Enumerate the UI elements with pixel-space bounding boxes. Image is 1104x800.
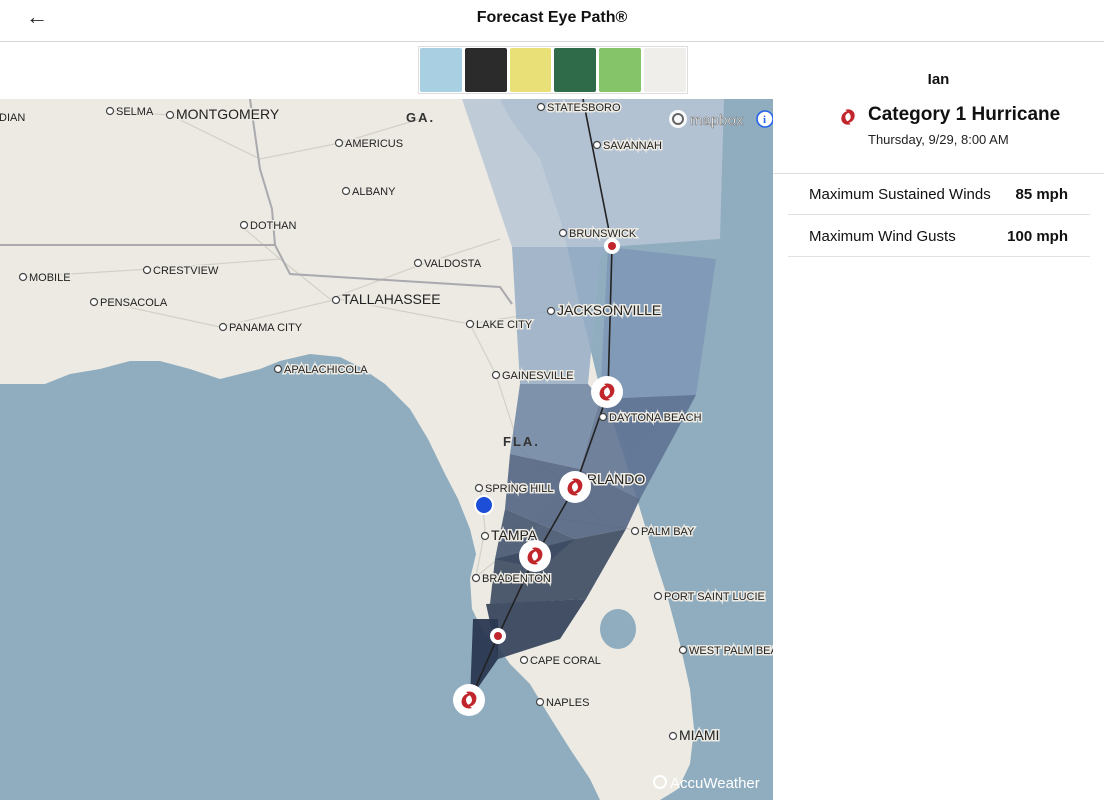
state-label-fla: FLA. — [503, 434, 540, 449]
city-dot — [536, 102, 546, 112]
city-label: SAVANNAH — [603, 140, 662, 152]
ad-thumbnail[interactable] — [599, 48, 642, 92]
city-dot — [218, 322, 228, 332]
mapbox-logo[interactable]: mapbox — [669, 110, 744, 129]
stat-label: Maximum Sustained Winds — [809, 186, 991, 203]
city-dot — [668, 731, 678, 741]
page-title: Forecast Eye Path® — [476, 9, 628, 26]
city-dot — [89, 297, 99, 307]
city-dot — [491, 370, 501, 380]
city-label: DOTHAN — [250, 220, 297, 232]
stat-row-sustained-winds: Maximum Sustained Winds 85 mph — [788, 173, 1090, 215]
city-dot — [334, 138, 344, 148]
info-icon[interactable]: i — [756, 110, 773, 128]
storm-details-panel: Ian Category 1 Hurricane Thursday, 9/29,… — [773, 42, 1104, 800]
accuweather-logo: AccuWeather — [653, 775, 760, 792]
city-dot — [630, 526, 640, 536]
city-label: MONTGOMERY — [176, 106, 280, 122]
city-dot — [653, 591, 663, 601]
city-label: PANAMA CITY — [229, 322, 303, 334]
ad-thumbnail[interactable] — [554, 48, 597, 92]
forecast-time: Thursday, 9/29, 8:00 AM — [868, 132, 1009, 147]
city-dot — [413, 258, 423, 268]
city-label: GAINESVILLE — [502, 370, 574, 382]
stat-value: 85 mph — [1015, 186, 1068, 203]
city-dot — [18, 272, 28, 282]
storm-name: Ian — [927, 71, 950, 88]
city-dot — [558, 228, 568, 238]
top-bar: ← Forecast Eye Path® — [0, 0, 1104, 42]
hurricane-marker-icon[interactable] — [559, 471, 591, 503]
track-point-marker[interactable] — [604, 238, 620, 254]
city-label: MOBILE — [29, 272, 71, 284]
city-dot — [105, 106, 115, 116]
hurricane-icon — [841, 109, 855, 125]
city-label: SPRING HILL — [485, 483, 553, 495]
lake-okeechobee — [600, 609, 636, 649]
city-label: AMERICUS — [345, 138, 403, 150]
ad-thumbnail[interactable] — [644, 48, 686, 92]
ad-thumbnail[interactable] — [464, 48, 507, 92]
city-dot — [142, 265, 152, 275]
stat-row-wind-gusts: Maximum Wind Gusts 100 mph — [788, 215, 1090, 257]
svg-text:i: i — [763, 114, 766, 126]
city-label: VALDOSTA — [424, 258, 482, 270]
user-location-dot[interactable] — [474, 495, 494, 515]
city-dot — [678, 645, 688, 655]
city-label: TALLAHASSEE — [342, 291, 441, 307]
city-label: APALACHICOLA — [284, 364, 368, 376]
city-dot — [592, 140, 602, 150]
city-label: MIAMI — [679, 727, 719, 743]
ad-banner[interactable] — [418, 46, 688, 94]
city-label: JACKSONVILLE — [557, 302, 661, 318]
city-label: SELMA — [116, 106, 154, 118]
city-dot — [465, 319, 475, 329]
city-label: PENSACOLA — [100, 297, 168, 309]
ad-thumbnail[interactable] — [509, 48, 552, 92]
city-dot — [331, 295, 341, 305]
state-label-ga: GA. — [406, 110, 435, 125]
category-label: Category 1 Hurricane — [868, 104, 1061, 125]
city-label: CAPE CORAL — [530, 655, 601, 667]
city-dot — [471, 573, 481, 583]
city-dot — [598, 412, 608, 422]
city-dot — [239, 220, 249, 230]
city-label: WEST PALM BEA — [689, 645, 773, 657]
forecast-map[interactable]: IDIAN SELMA MONTGOMERY STATESBORO SAVANNAH AM… — [0, 99, 773, 800]
city-dot — [273, 364, 283, 374]
hurricane-marker-icon[interactable] — [591, 376, 623, 408]
map-canvas[interactable]: IDIAN SELMA MONTGOMERY STATESBORO SAVANNAH AM… — [0, 99, 773, 800]
hurricane-marker-icon[interactable] — [453, 684, 485, 716]
city-label: PORT SAINT LUCIE — [664, 591, 765, 603]
city-dot — [519, 655, 529, 665]
mapbox-label: mapbox — [690, 112, 744, 129]
city-label: BRADENTON — [482, 573, 551, 585]
city-dot — [535, 697, 545, 707]
city-dot — [165, 110, 175, 120]
ad-thumbnail[interactable] — [420, 48, 462, 92]
city-label: IDIAN — [0, 112, 25, 124]
city-dot — [341, 186, 351, 196]
track-point-marker[interactable] — [490, 628, 506, 644]
city-label: DAYTONA BEACH — [609, 412, 702, 424]
city-dot — [546, 306, 556, 316]
city-dot — [474, 483, 484, 493]
city-label: NAPLES — [546, 697, 589, 709]
city-label: CRESTVIEW — [153, 265, 219, 277]
city-label: PALM BAY — [641, 526, 695, 538]
city-dot — [480, 531, 490, 541]
city-label: ALBANY — [352, 186, 396, 198]
city-label: BRUNSWICK — [569, 228, 637, 240]
stat-label: Maximum Wind Gusts — [809, 228, 956, 245]
stat-value: 100 mph — [1007, 228, 1068, 245]
city-label: STATESBORO — [547, 102, 621, 114]
hurricane-marker-icon[interactable] — [519, 540, 551, 572]
city-label: LAKE CITY — [476, 319, 533, 331]
accuweather-label: AccuWeather — [670, 775, 760, 792]
